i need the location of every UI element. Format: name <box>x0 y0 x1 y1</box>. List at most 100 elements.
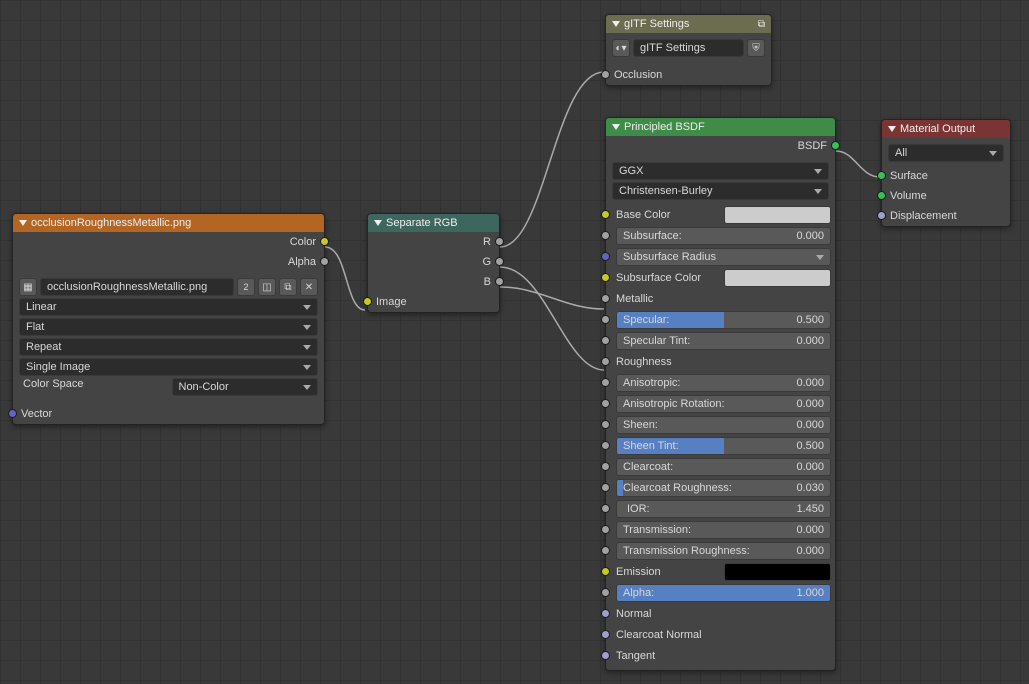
socket-icon[interactable] <box>601 651 610 660</box>
output-alpha[interactable]: Alpha <box>13 252 324 272</box>
socket-icon[interactable] <box>601 588 610 597</box>
node-header[interactable]: Principled BSDF <box>606 118 835 136</box>
socket-icon[interactable] <box>877 191 886 200</box>
socket-icon[interactable] <box>877 171 886 180</box>
source-dropdown[interactable]: Single Image <box>19 358 318 376</box>
input-emission[interactable]: Emission <box>606 562 835 582</box>
socket-icon[interactable] <box>601 210 610 219</box>
input-ior[interactable]: IOR:1.450 <box>606 499 835 519</box>
node-separate-rgb[interactable]: Separate RGB R G B Image <box>367 213 500 313</box>
input-anisotropic-rotation[interactable]: Anisotropic Rotation:0.000 <box>606 394 835 414</box>
socket-icon[interactable] <box>601 231 610 240</box>
shield-icon[interactable]: ⛨ <box>747 39 765 57</box>
specular-tint-slider[interactable]: Specular Tint:0.000 <box>616 332 831 350</box>
socket-icon[interactable] <box>601 483 610 492</box>
node-principled-bsdf[interactable]: Principled BSDF BSDF GGX Christensen-Bur… <box>605 117 836 671</box>
ior-field[interactable]: IOR:1.450 <box>616 500 831 518</box>
input-specular-tint[interactable]: Specular Tint:0.000 <box>606 331 835 351</box>
anisotropic-slider[interactable]: Anisotropic:0.000 <box>616 374 831 392</box>
subsurface-radius-dropdown[interactable]: Subsurface Radius <box>616 248 831 266</box>
unlink-icon[interactable]: ✕ <box>300 278 318 296</box>
input-metallic[interactable]: Metallic <box>606 289 835 309</box>
input-normal[interactable]: Normal <box>606 604 835 624</box>
socket-icon[interactable] <box>495 277 504 286</box>
socket-icon[interactable] <box>601 630 610 639</box>
group-name-field[interactable]: gITF Settings <box>633 39 744 57</box>
input-occlusion[interactable]: Occlusion <box>606 65 771 85</box>
socket-icon[interactable] <box>601 70 610 79</box>
socket-icon[interactable] <box>495 237 504 246</box>
output-r[interactable]: R <box>368 232 499 252</box>
input-base-color[interactable]: Base Color <box>606 205 835 225</box>
input-sheen[interactable]: Sheen:0.000 <box>606 415 835 435</box>
input-subsurface[interactable]: Subsurface:0.000 <box>606 226 835 246</box>
socket-icon[interactable] <box>320 257 329 266</box>
socket-icon[interactable] <box>8 409 17 418</box>
input-transmission[interactable]: Transmission:0.000 <box>606 520 835 540</box>
input-clearcoat-roughness[interactable]: Clearcoat Roughness:0.030 <box>606 478 835 498</box>
color-space-dropdown[interactable]: Non-Color <box>172 378 319 396</box>
socket-icon[interactable] <box>601 252 610 261</box>
output-color[interactable]: Color <box>13 232 324 252</box>
socket-icon[interactable] <box>601 336 610 345</box>
output-bsdf[interactable]: BSDF <box>606 136 835 156</box>
input-image[interactable]: Image <box>368 292 499 312</box>
socket-icon[interactable] <box>601 420 610 429</box>
input-sheen-tint[interactable]: Sheen Tint:0.500 <box>606 436 835 456</box>
input-volume[interactable]: Volume <box>882 186 1010 206</box>
socket-icon[interactable] <box>601 378 610 387</box>
sheen-tint-slider[interactable]: Sheen Tint:0.500 <box>616 437 831 455</box>
socket-icon[interactable] <box>831 141 840 150</box>
group-edit-icon[interactable]: ⧉ <box>758 19 765 30</box>
subsurface-slider[interactable]: Subsurface:0.000 <box>616 227 831 245</box>
output-b[interactable]: B <box>368 272 499 292</box>
node-header[interactable]: Material Output <box>882 120 1010 138</box>
output-g[interactable]: G <box>368 252 499 272</box>
clearcoat-roughness-slider[interactable]: Clearcoat Roughness:0.030 <box>616 479 831 497</box>
input-surface[interactable]: Surface <box>882 166 1010 186</box>
socket-icon[interactable] <box>601 441 610 450</box>
socket-icon[interactable] <box>601 462 610 471</box>
interpolation-dropdown[interactable]: Linear <box>19 298 318 316</box>
input-subsurface-radius[interactable]: Subsurface Radius <box>606 247 835 267</box>
socket-icon[interactable] <box>601 609 610 618</box>
alpha-slider[interactable]: Alpha:1.000 <box>616 584 831 602</box>
anisotropic-rotation-slider[interactable]: Anisotropic Rotation:0.000 <box>616 395 831 413</box>
base-color-swatch[interactable] <box>724 206 832 224</box>
projection-dropdown[interactable]: Flat <box>19 318 318 336</box>
image-browse-icon[interactable]: ▦ <box>19 278 37 296</box>
emission-color-swatch[interactable] <box>724 563 832 581</box>
input-vector[interactable]: Vector <box>13 404 324 424</box>
subsurface-color-swatch[interactable] <box>724 269 832 287</box>
users-icon[interactable]: 2 <box>237 278 255 296</box>
input-tangent[interactable]: Tangent <box>606 646 835 666</box>
socket-icon[interactable] <box>320 237 329 246</box>
node-header[interactable]: gITF Settings ⧉ <box>606 15 771 33</box>
input-alpha[interactable]: Alpha:1.000 <box>606 583 835 603</box>
group-browse-icon[interactable]: ◐▾ <box>612 39 630 57</box>
input-transmission-roughness[interactable]: Transmission Roughness:0.000 <box>606 541 835 561</box>
node-material-output[interactable]: Material Output All Surface Volume Displ… <box>881 119 1011 227</box>
node-header[interactable]: Separate RGB <box>368 214 499 232</box>
image-name-field[interactable]: occlusionRoughnessMetallic.png <box>40 278 234 296</box>
input-displacement[interactable]: Displacement <box>882 206 1010 226</box>
socket-icon[interactable] <box>495 257 504 266</box>
sheen-slider[interactable]: Sheen:0.000 <box>616 416 831 434</box>
transmission-slider[interactable]: Transmission:0.000 <box>616 521 831 539</box>
input-roughness[interactable]: Roughness <box>606 352 835 372</box>
socket-icon[interactable] <box>601 546 610 555</box>
socket-icon[interactable] <box>601 294 610 303</box>
input-clearcoat[interactable]: Clearcoat:0.000 <box>606 457 835 477</box>
socket-icon[interactable] <box>601 504 610 513</box>
socket-icon[interactable] <box>601 525 610 534</box>
socket-icon[interactable] <box>601 399 610 408</box>
input-specular[interactable]: Specular:0.500 <box>606 310 835 330</box>
clearcoat-slider[interactable]: Clearcoat:0.000 <box>616 458 831 476</box>
open-image-icon[interactable]: ⧉ <box>279 278 297 296</box>
sss-method-dropdown[interactable]: Christensen-Burley <box>612 182 829 200</box>
target-dropdown[interactable]: All <box>888 144 1004 162</box>
node-header[interactable]: occlusionRoughnessMetallic.png <box>13 214 324 232</box>
input-anisotropic[interactable]: Anisotropic:0.000 <box>606 373 835 393</box>
socket-icon[interactable] <box>877 211 886 220</box>
socket-icon[interactable] <box>601 315 610 324</box>
